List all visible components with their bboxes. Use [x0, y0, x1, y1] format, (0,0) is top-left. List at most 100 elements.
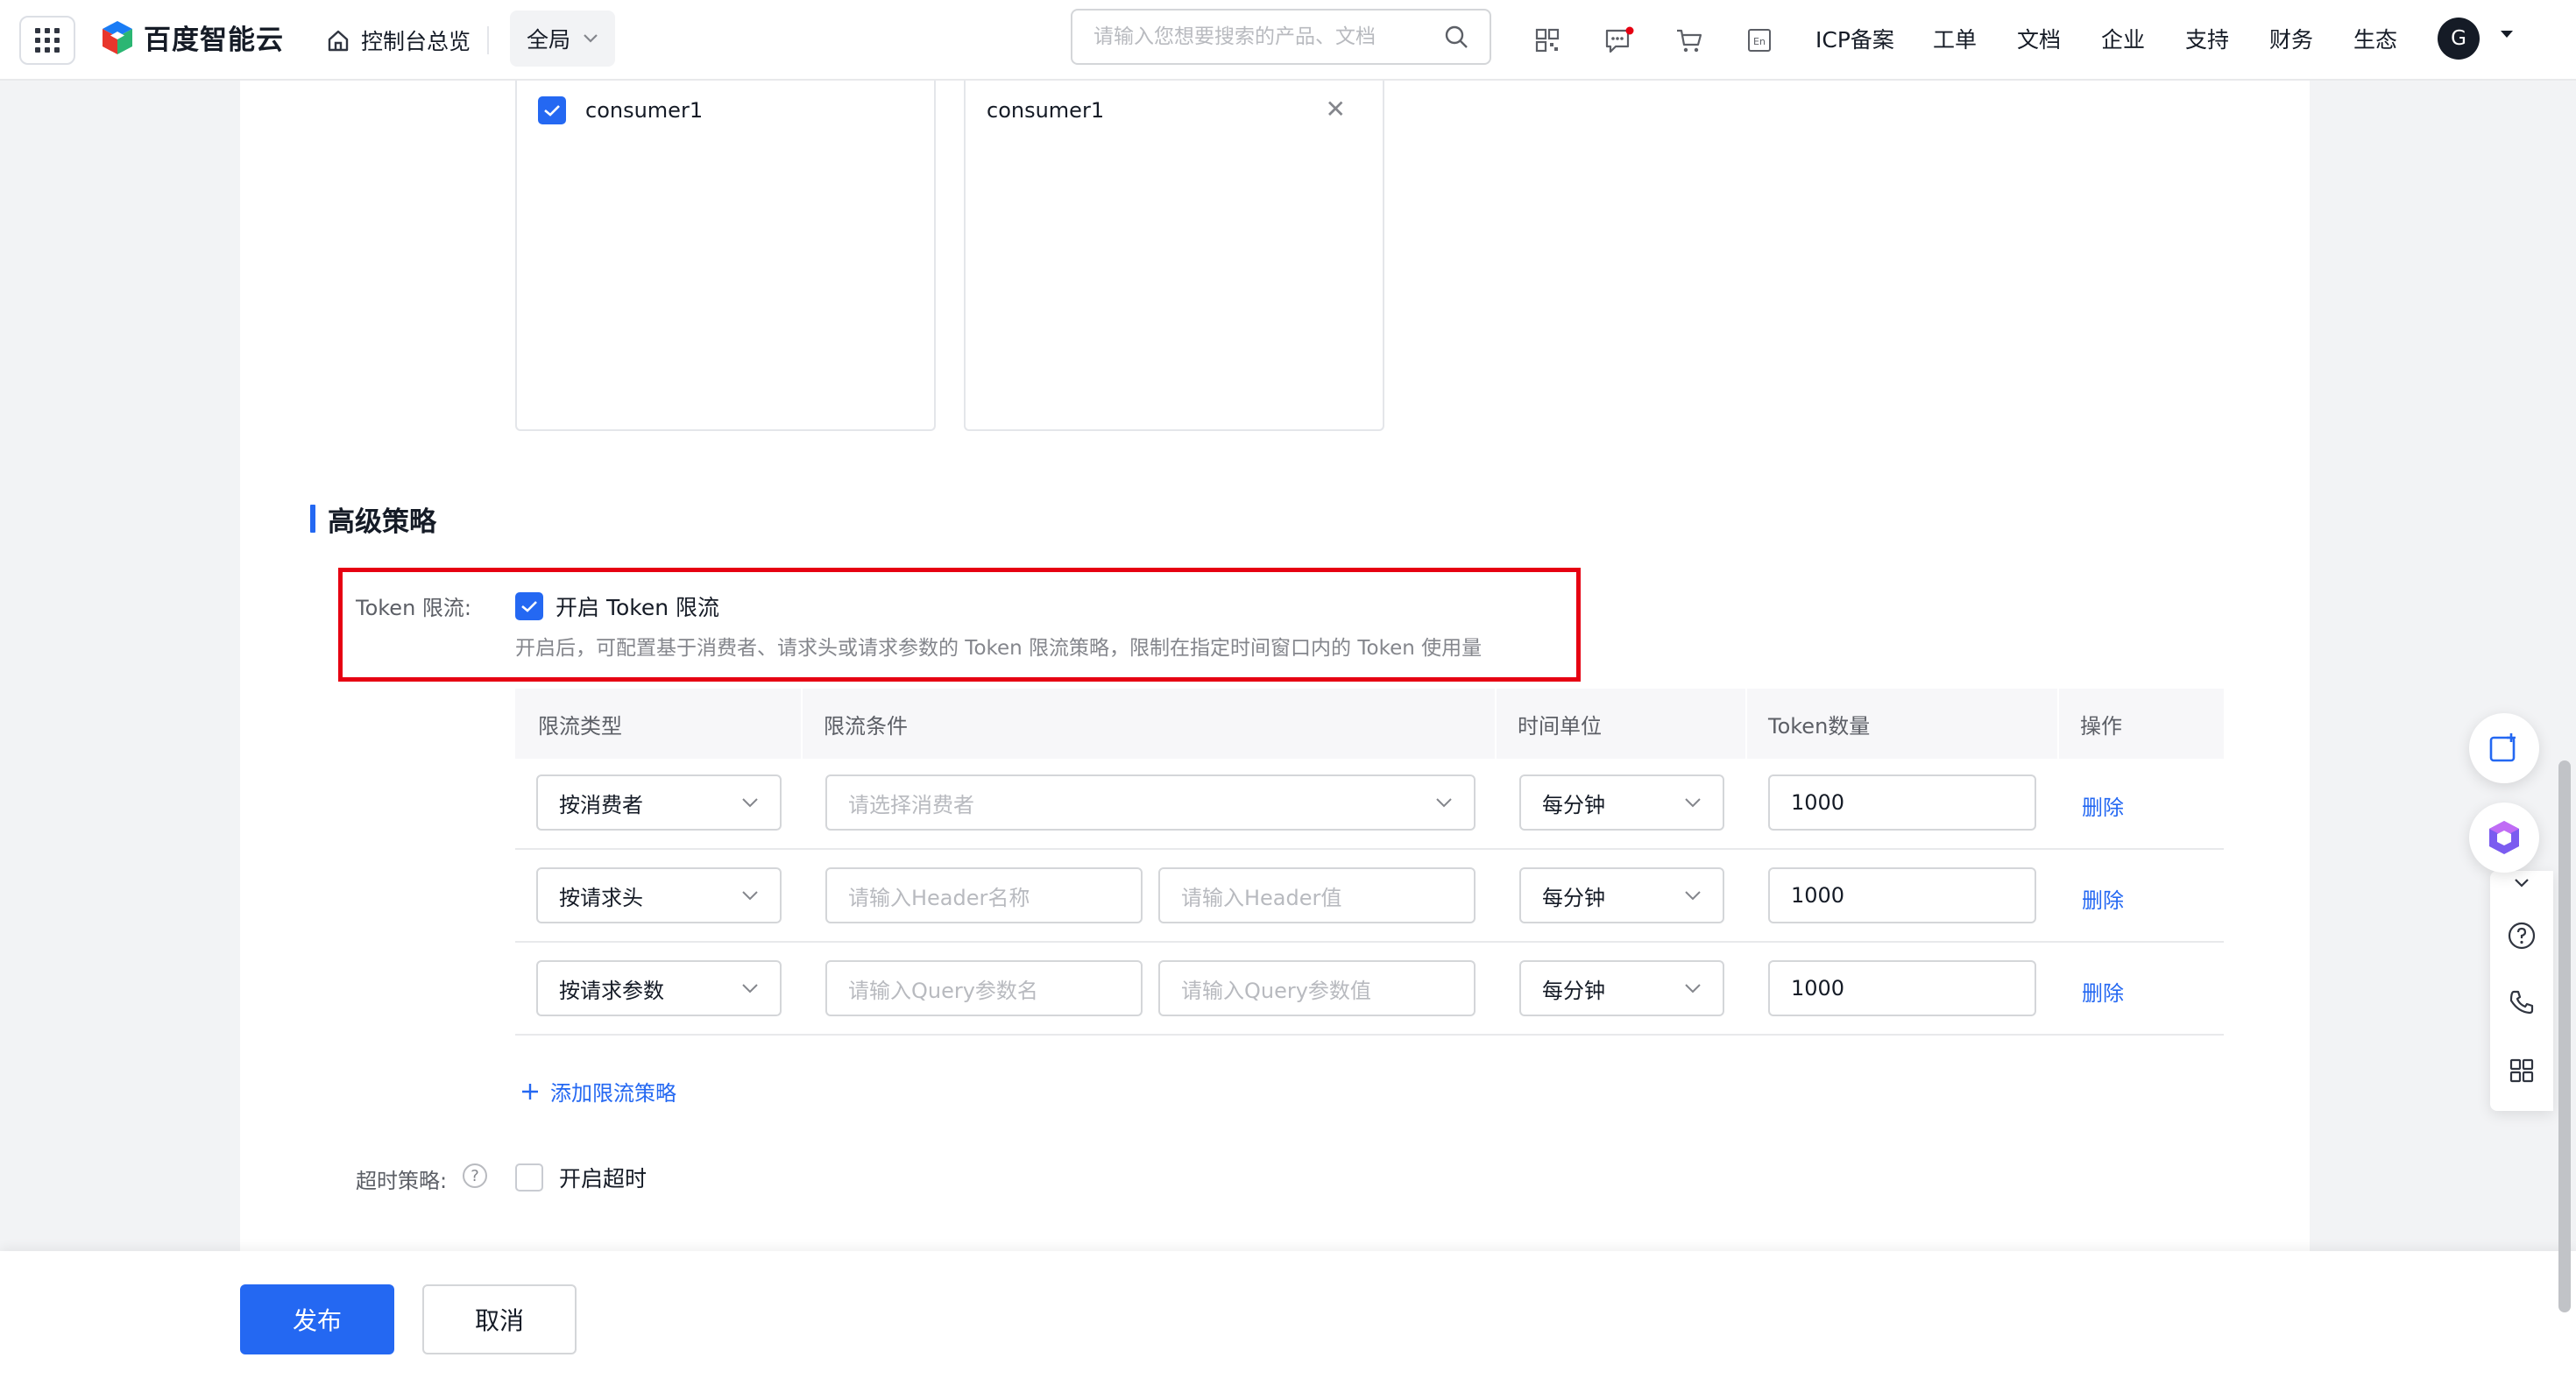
check-icon: [521, 601, 537, 612]
checkbox-checked[interactable]: [515, 592, 543, 620]
section-title: 高级策略: [310, 501, 436, 538]
language-switch-icon[interactable]: En: [1740, 21, 1779, 60]
nav-icp[interactable]: ICP备案: [1815, 23, 1894, 54]
qrcode-icon[interactable]: [1528, 21, 1567, 60]
query-name-input[interactable]: 请输入Query参数名: [825, 960, 1143, 1016]
delete-link[interactable]: 删除: [2082, 976, 2124, 1007]
add-limit-strategy-label: 添加限流策略: [550, 1081, 676, 1106]
enable-timeout-label: 开启超时: [559, 1166, 648, 1192]
close-icon[interactable]: ✕: [1326, 95, 1346, 124]
consumer-select-placeholder: 请选择消费者: [848, 792, 974, 817]
shopping-cart-icon[interactable]: [1670, 21, 1709, 60]
time-unit-select[interactable]: 每分钟: [1519, 774, 1724, 831]
chevron-down-icon: [1685, 798, 1701, 808]
token-limit-label: Token 限流:: [356, 596, 471, 620]
question-circle-icon[interactable]: ?: [463, 1163, 487, 1188]
form-footer: 发布 取消: [0, 1251, 2576, 1379]
console-overview-label: 控制台总览: [361, 29, 471, 54]
message-icon[interactable]: [1600, 21, 1638, 60]
grid-icon: [35, 28, 60, 53]
token-count-input[interactable]: 1000: [1768, 867, 2036, 923]
section-accent-bar: [310, 505, 315, 533]
timeout-strategy-label: 超时策略:: [356, 1169, 448, 1193]
enable-token-limit-checkbox[interactable]: 开启 Token 限流: [515, 590, 719, 622]
delete-link[interactable]: 删除: [2082, 790, 2124, 821]
chevron-down-icon: [584, 34, 598, 43]
selected-consumer-name: consumer1: [987, 98, 1105, 123]
help-icon[interactable]: [2504, 918, 2539, 953]
highlight-box: [338, 568, 1581, 682]
time-unit-value: 每分钟: [1542, 885, 1605, 910]
apps-menu-button[interactable]: [19, 16, 75, 65]
col-header-action: 操作: [2057, 689, 2224, 759]
enable-token-limit-label: 开启 Token 限流: [556, 595, 720, 620]
col-header-type: 限流类型: [515, 689, 801, 759]
global-search[interactable]: [1071, 9, 1491, 65]
consumer-option[interactable]: consumer1: [538, 91, 915, 130]
selected-consumers-panel: consumer1 ✕: [964, 81, 1384, 431]
nav-finance[interactable]: 财务: [2269, 23, 2313, 54]
side-toolbar: [2490, 871, 2553, 1111]
time-unit-select[interactable]: 每分钟: [1519, 960, 1724, 1016]
header-divider: [2057, 689, 2059, 759]
region-scope-dropdown[interactable]: 全局: [510, 11, 615, 67]
limit-type-select[interactable]: 按请求头: [536, 867, 782, 923]
ai-assistant-icon: [2489, 821, 2519, 854]
helper-text: 开启后，可配置基于消费者、请求头或请求参数的 Token 限流策略，限制在指定时…: [515, 637, 1483, 660]
cancel-button[interactable]: 取消: [422, 1284, 577, 1354]
feedback-button[interactable]: [2469, 713, 2539, 783]
add-limit-strategy-link[interactable]: 添加限流策略: [520, 1076, 676, 1107]
limit-type-select[interactable]: 按请求参数: [536, 960, 782, 1016]
chevron-down-icon: [742, 798, 758, 808]
nav-support[interactable]: 支持: [2185, 23, 2229, 54]
chevron-down-icon: [1436, 798, 1452, 808]
col-header-condition: 限流条件: [801, 689, 1495, 759]
checkbox-unchecked[interactable]: [515, 1163, 543, 1192]
limit-type-value: 按请求参数: [559, 978, 664, 1003]
consumer-checkbox[interactable]: [538, 96, 566, 124]
divider: [487, 26, 489, 54]
caret-down-icon[interactable]: [2499, 28, 2515, 40]
svg-text:En: En: [1753, 36, 1766, 47]
phone-icon[interactable]: [2504, 985, 2539, 1020]
chevron-down-icon: [1685, 891, 1701, 901]
consumer-name: consumer1: [585, 98, 704, 123]
publish-button[interactable]: 发布: [240, 1284, 394, 1354]
nav-ticket[interactable]: 工单: [1933, 23, 1977, 54]
chevron-down-icon: [742, 891, 758, 901]
col-header-token-count: Token数量: [1745, 689, 2057, 759]
selected-consumer-item: consumer1 ✕: [987, 91, 1363, 130]
consumer-select[interactable]: 请选择消费者: [825, 774, 1476, 831]
nav-enterprise[interactable]: 企业: [2101, 23, 2145, 54]
ai-assistant-button[interactable]: [2469, 803, 2539, 873]
apps-icon[interactable]: [2504, 1053, 2539, 1088]
token-count-input[interactable]: 1000: [1768, 774, 2036, 831]
page-scrollbar[interactable]: [2558, 760, 2571, 1312]
header-value-input[interactable]: 请输入Header值: [1158, 867, 1476, 923]
header-name-input[interactable]: 请输入Header名称: [825, 867, 1143, 923]
limit-type-value: 按消费者: [559, 792, 643, 817]
row-divider: [515, 1034, 2224, 1036]
search-input[interactable]: [1093, 25, 1426, 48]
delete-link[interactable]: 删除: [2082, 883, 2124, 914]
query-value-input[interactable]: 请输入Query参数值: [1158, 960, 1476, 1016]
nav-ecosystem[interactable]: 生态: [2353, 23, 2397, 54]
console-overview-link[interactable]: 控制台总览: [326, 19, 471, 61]
chevron-down-icon[interactable]: [2504, 873, 2539, 894]
section-title-text: 高级策略: [328, 506, 436, 538]
search-icon[interactable]: [1444, 25, 1468, 49]
limit-type-select[interactable]: 按消费者: [536, 774, 782, 831]
cube-logo-icon: [103, 20, 132, 54]
plus-icon: [522, 1083, 538, 1100]
nav-docs[interactable]: 文档: [2017, 23, 2061, 54]
user-avatar[interactable]: G: [2438, 18, 2480, 60]
enable-timeout-checkbox[interactable]: 开启超时: [515, 1162, 647, 1193]
limit-type-value: 按请求头: [559, 885, 643, 910]
available-consumers-panel: consumer1: [515, 81, 936, 431]
time-unit-select[interactable]: 每分钟: [1519, 867, 1724, 923]
home-icon: [328, 30, 349, 52]
token-count-input[interactable]: 1000: [1768, 960, 2036, 1016]
chevron-down-icon: [1685, 984, 1701, 994]
brand-logo[interactable]: 百度智能云: [100, 18, 284, 57]
edit-note-icon: [2489, 733, 2516, 762]
